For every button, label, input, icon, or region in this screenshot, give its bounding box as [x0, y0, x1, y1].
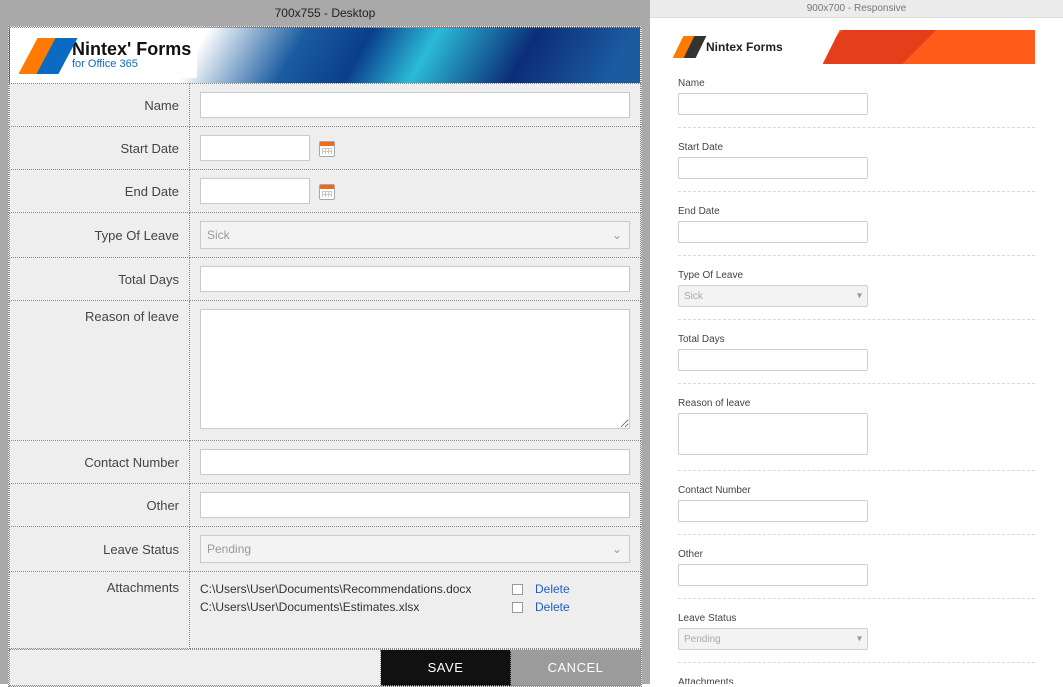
desktop-button-bar: SAVE CANCEL [9, 649, 641, 686]
name-input[interactable] [678, 93, 868, 115]
name-label: Name [10, 84, 190, 127]
nintex-logomark-icon [26, 36, 66, 76]
other-input[interactable] [678, 564, 868, 586]
divider [678, 470, 1035, 471]
start-date-input[interactable] [200, 135, 310, 161]
leave-status-select[interactable] [678, 628, 868, 650]
total-days-input[interactable] [200, 266, 630, 292]
end-date-input[interactable] [678, 221, 868, 243]
reason-textarea[interactable] [200, 309, 630, 429]
attachment-path: C:\Users\User\Documents\Estimates.xlsx [200, 600, 500, 614]
contact-number-label: Contact Number [678, 485, 1035, 496]
other-input[interactable] [200, 492, 630, 518]
attachment-row: C:\Users\User\Documents\Estimates.xlsx D… [200, 598, 630, 616]
desktop-panel: 700x755 - Desktop Nintex' Forms for Offi… [0, 0, 650, 684]
end-date-label: End Date [10, 170, 190, 213]
desktop-form-header: Nintex' Forms for Office 365 [9, 27, 641, 83]
attachment-row: C:\Users\User\Documents\Recommendations.… [200, 580, 630, 598]
name-label: Name [678, 78, 1035, 89]
attachment-delete-link[interactable]: Delete [535, 582, 570, 596]
brand-block: Nintex Forms [678, 35, 783, 59]
divider [678, 598, 1035, 599]
leave-status-label: Leave Status [678, 613, 1035, 624]
brand-name: Nintex' Forms [72, 40, 191, 59]
divider [678, 191, 1035, 192]
header-accent-shape [823, 30, 1035, 64]
reason-label: Reason of leave [678, 398, 1035, 409]
file-icon [512, 602, 523, 613]
desktop-form: Nintex' Forms for Office 365 Name Start … [8, 26, 642, 687]
leave-status-label: Leave Status [10, 527, 190, 572]
type-of-leave-select[interactable] [678, 285, 868, 307]
attachment-path: C:\Users\User\Documents\Recommendations.… [200, 582, 500, 596]
contact-number-input[interactable] [200, 449, 630, 475]
contact-number-label: Contact Number [10, 441, 190, 484]
save-button[interactable]: SAVE [381, 650, 511, 686]
divider [678, 127, 1035, 128]
cancel-button[interactable]: CANCEL [511, 650, 641, 686]
file-icon [512, 584, 523, 595]
start-date-label: Start Date [678, 142, 1035, 153]
desktop-title: 700x755 - Desktop [8, 0, 642, 26]
type-of-leave-label: Type Of Leave [10, 213, 190, 258]
brand-name: Nintex Forms [706, 40, 783, 54]
other-label: Other [678, 549, 1035, 560]
divider [678, 319, 1035, 320]
brand-block: Nintex' Forms for Office 365 [20, 34, 197, 78]
contact-number-input[interactable] [678, 500, 868, 522]
leave-status-select[interactable] [200, 535, 630, 563]
brand-text: Nintex' Forms for Office 365 [72, 40, 191, 70]
reason-label: Reason of leave [10, 301, 190, 441]
reason-textarea[interactable] [678, 413, 868, 455]
calendar-icon[interactable] [319, 141, 335, 157]
end-date-input[interactable] [200, 178, 310, 204]
attachments-label: Attachments [678, 677, 1035, 684]
total-days-label: Total Days [10, 258, 190, 301]
total-days-label: Total Days [678, 334, 1035, 345]
divider [678, 255, 1035, 256]
calendar-icon[interactable] [319, 184, 335, 200]
start-date-input[interactable] [678, 157, 868, 179]
attachment-delete-link[interactable]: Delete [535, 600, 570, 614]
divider [678, 383, 1035, 384]
start-date-label: Start Date [10, 127, 190, 170]
type-of-leave-label: Type Of Leave [678, 270, 1035, 281]
divider [678, 534, 1035, 535]
end-date-label: End Date [678, 206, 1035, 217]
divider [678, 662, 1035, 663]
other-label: Other [10, 484, 190, 527]
responsive-panel: 900x700 - Responsive Nintex Forms Name S… [650, 0, 1063, 684]
brand-subtitle: for Office 365 [72, 59, 191, 71]
nintex-logomark-icon [678, 35, 702, 59]
attachments-label: Attachments [10, 572, 190, 649]
name-input[interactable] [200, 92, 630, 118]
type-of-leave-select[interactable] [200, 221, 630, 249]
responsive-form-header: Nintex Forms [678, 30, 1035, 64]
responsive-title: 900x700 - Responsive [650, 0, 1063, 18]
total-days-input[interactable] [678, 349, 868, 371]
